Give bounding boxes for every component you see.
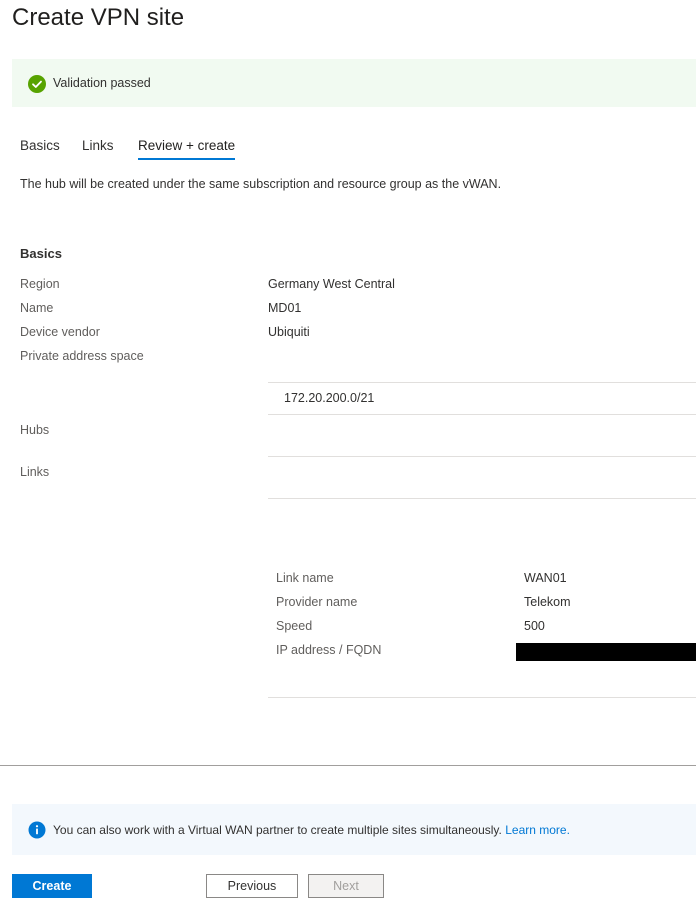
- info-message: You can also work with a Virtual WAN par…: [53, 823, 502, 837]
- address-space-value: 172.20.200.0/21: [284, 391, 375, 405]
- ip-address-label: IP address / FQDN: [276, 643, 382, 657]
- links-label: Links: [20, 465, 50, 479]
- tab-review-create[interactable]: Review + create: [138, 138, 236, 160]
- tab-basics[interactable]: Basics: [20, 138, 60, 158]
- region-value: Germany West Central: [268, 277, 395, 291]
- provider-name-label: Provider name: [276, 595, 358, 609]
- name-label: Name: [20, 301, 54, 315]
- learn-more-link[interactable]: Learn more.: [505, 823, 570, 837]
- device-vendor-label: Device vendor: [20, 325, 100, 339]
- link-table-border: [268, 697, 696, 698]
- private-address-space-label: Private address space: [20, 349, 144, 363]
- hubs-label: Hubs: [20, 423, 50, 437]
- info-banner: You can also work with a Virtual WAN par…: [12, 804, 696, 855]
- info-message-container: You can also work with a Virtual WAN par…: [53, 823, 570, 837]
- provider-name-value: Telekom: [524, 595, 571, 609]
- region-label: Region: [20, 277, 60, 291]
- link-name-label: Link name: [276, 571, 334, 585]
- validation-banner: Validation passed: [12, 59, 696, 107]
- tab-links[interactable]: Links: [82, 138, 114, 158]
- links-table-border: [268, 498, 696, 499]
- next-button: Next: [308, 874, 384, 898]
- section-heading-basics: Basics: [20, 246, 62, 261]
- create-button[interactable]: Create: [12, 874, 92, 898]
- intro-text: The hub will be created under the same s…: [20, 177, 502, 191]
- address-table-top-border: [268, 382, 696, 383]
- link-name-value: WAN01: [524, 571, 567, 585]
- name-value: MD01: [268, 301, 302, 315]
- device-vendor-value: Ubiquiti: [268, 325, 310, 339]
- validation-message: Validation passed: [53, 76, 151, 90]
- previous-button[interactable]: Previous: [206, 874, 298, 898]
- footer-divider: [0, 765, 696, 766]
- speed-label: Speed: [276, 619, 313, 633]
- speed-value: 500: [524, 619, 545, 633]
- hubs-table-border: [268, 456, 696, 457]
- info-icon: [28, 821, 46, 839]
- address-table-bottom-border: [268, 414, 696, 415]
- ip-address-redacted: [516, 643, 696, 661]
- page-title: Create VPN site: [12, 4, 185, 31]
- check-circle-icon: [28, 75, 46, 93]
